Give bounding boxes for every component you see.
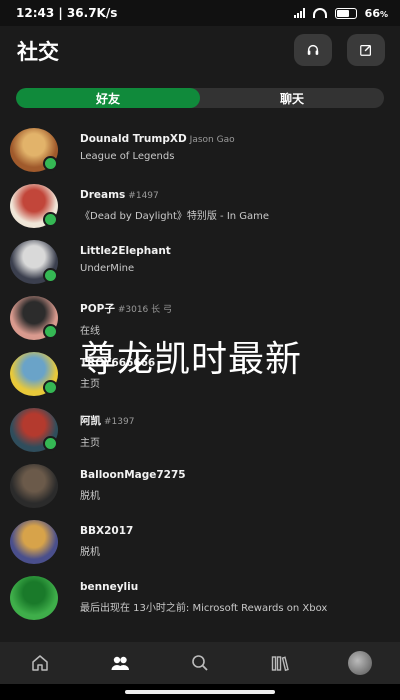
friend-status: 脱机 [80, 547, 100, 558]
friend-row[interactable]: benneyliu 最后出现在 13小时之前: Microsoft Rewards… [0, 570, 400, 626]
friend-name-line: BalloonMage7275 [80, 469, 392, 481]
friend-status: 《Dead by Daylight》特别版 - In Game [80, 211, 270, 222]
friend-gamertag: Dounald TrumpXD [80, 133, 187, 145]
friend-secondary: #1497 [128, 191, 159, 201]
friend-status: League of Legends [80, 151, 175, 162]
friend-status: 脱机 [80, 491, 100, 502]
gesture-bar [0, 684, 400, 700]
friend-gamertag: Dreams [80, 189, 126, 201]
friend-row[interactable]: Little2Elephant UnderMine [0, 234, 400, 290]
friend-row[interactable]: TROY666666 主页 [0, 346, 400, 402]
friend-text: benneyliu 最后出现在 13小时之前: Microsoft Rewards… [80, 581, 392, 614]
friend-text: 阿凯 #1397 主页 [80, 413, 392, 449]
friend-avatar [10, 464, 58, 508]
friend-status: 最后出现在 13小时之前: Microsoft Rewards on Xbox [80, 603, 328, 614]
nav-search[interactable] [175, 642, 225, 684]
social-tabs: 好友 聊天 [16, 88, 384, 108]
friend-status: 主页 [80, 438, 100, 449]
online-indicator [43, 156, 58, 171]
friend-text: BBX2017 脱机 [80, 525, 392, 558]
profile-avatar [348, 651, 372, 675]
friend-row[interactable]: BalloonMage7275 脱机 [0, 458, 400, 514]
status-time: 12:43 | 36.7K/s [16, 6, 118, 20]
friend-name-line: Dreams #1497 [80, 189, 392, 201]
friend-status: 主页 [80, 379, 100, 390]
new-message-button[interactable] [347, 34, 385, 66]
friend-name-line: benneyliu [80, 581, 392, 593]
friend-gamertag: TROY666666 [80, 357, 156, 369]
friend-name-line: POP子 #3016 长 弓 [80, 301, 392, 316]
friend-name-line: 阿凯 #1397 [80, 413, 392, 428]
home-icon [32, 655, 48, 671]
friend-gamertag: BalloonMage7275 [80, 469, 186, 481]
friend-row[interactable]: 阿凯 #1397 主页 [0, 402, 400, 458]
compose-icon [360, 45, 371, 56]
friend-row[interactable]: Dounald TrumpXD Jason Gao League of Legend… [0, 122, 400, 178]
online-indicator [43, 268, 58, 283]
tab-chat[interactable]: 聊天 [200, 88, 384, 108]
page-title: 社交 [17, 40, 59, 64]
friend-gamertag: 阿凯 [80, 415, 101, 427]
friend-text: TROY666666 主页 [80, 357, 392, 390]
friend-name-line: TROY666666 [80, 357, 392, 369]
friend-row[interactable]: Dreams #1497 《Dead by Daylight》特别版 - In Ga… [0, 178, 400, 234]
nav-home[interactable] [15, 642, 65, 684]
friend-avatar [10, 576, 58, 620]
battery-icon [334, 7, 357, 19]
status-icons: 66% [293, 6, 388, 20]
friend-text: POP子 #3016 长 弓在线 [80, 301, 392, 337]
friend-text: Dreams #1497 《Dead by Daylight》特别版 - In Ga… [80, 189, 392, 222]
nav-library[interactable] [255, 642, 305, 684]
battery-level: 66 [364, 6, 380, 20]
nav-friends[interactable] [95, 642, 145, 684]
friend-gamertag: BBX2017 [80, 525, 134, 537]
online-indicator [43, 324, 58, 339]
friend-gamertag: POP子 [80, 303, 115, 315]
party-chat-button[interactable] [294, 34, 332, 66]
online-indicator [43, 380, 58, 395]
search-icon [192, 655, 208, 671]
friend-gamertag: Little2Elephant [80, 245, 171, 257]
bottom-nav [0, 642, 400, 684]
friend-secondary: #1397 [104, 417, 135, 427]
friend-row[interactable]: BBX2017 脱机 [0, 514, 400, 570]
signal-icon [293, 8, 305, 18]
nav-profile[interactable] [335, 642, 385, 684]
friend-name-line: Dounald TrumpXD Jason Gao [80, 133, 392, 145]
online-indicator [43, 212, 58, 227]
friend-avatar [10, 520, 58, 564]
status-bar: 12:43 | 36.7K/s 66% [0, 0, 400, 26]
friend-list: Dounald TrumpXD Jason Gao League of Legend… [0, 122, 400, 642]
tab-friends[interactable]: 好友 [16, 88, 200, 108]
library-icon [271, 656, 289, 672]
friend-row[interactable]: POP子 #3016 长 弓在线 [0, 290, 400, 346]
friend-name-line: BBX2017 [80, 525, 392, 537]
friend-secondary: #3016 长 弓 [117, 305, 172, 315]
friend-text: Dounald TrumpXD Jason Gao League of Legend… [80, 133, 392, 162]
friend-text: Little2Elephant UnderMine [80, 245, 392, 274]
header: 社交 [0, 26, 400, 76]
friends-icon [111, 656, 129, 670]
headset-icon [307, 44, 319, 55]
friend-name-line: Little2Elephant [80, 245, 392, 257]
friend-status: 在线 [80, 326, 100, 337]
friend-secondary: Jason Gao [189, 135, 235, 145]
friend-gamertag: benneyliu [80, 581, 139, 593]
friend-text: BalloonMage7275 脱机 [80, 469, 392, 502]
wifi-icon [312, 8, 327, 18]
online-indicator [43, 436, 58, 451]
friend-status: UnderMine [80, 263, 135, 274]
